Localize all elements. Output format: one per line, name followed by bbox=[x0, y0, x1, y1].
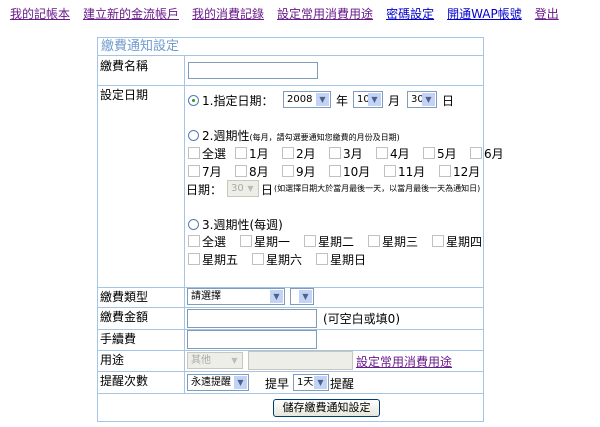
monthly-note: (如選擇日期大於當月最後一天，以當月最後一天為通知日) bbox=[274, 184, 481, 193]
chevron-down-icon: ▼ bbox=[270, 290, 283, 303]
checkbox-month[interactable] bbox=[235, 147, 247, 159]
remind-row: 提醒次數 永遠提醒 ▼ 提早 1天 ▼ 提醒 bbox=[98, 371, 483, 394]
amount-label: 繳費金額 bbox=[98, 307, 185, 329]
fee-row: 手續費 bbox=[98, 329, 483, 351]
day-select[interactable]: 30 ▼ bbox=[407, 91, 437, 108]
checkbox-month[interactable] bbox=[329, 165, 341, 177]
date-row: 設定日期 1.指定日期： 2008 ▼ 年 10 ▼ 月 30 ▼ 日 2.週期性(每… bbox=[98, 85, 504, 288]
chevron-down-icon: ▼ bbox=[228, 354, 241, 367]
nav-wap[interactable]: 開通WAP帳號 bbox=[447, 7, 522, 21]
chevron-down-icon: ▼ bbox=[316, 93, 329, 106]
amount-input[interactable] bbox=[187, 309, 317, 328]
radio-fixed-date[interactable] bbox=[188, 95, 199, 106]
weekday-checkboxes: 全選 星期一 星期二 星期三 星期四 bbox=[188, 233, 482, 250]
advance-select[interactable]: 1天 ▼ bbox=[293, 374, 329, 391]
nav-set-purposes[interactable]: 設定常用消費用途 bbox=[277, 7, 373, 21]
remind-select[interactable]: 永遠提醒 ▼ bbox=[187, 374, 249, 391]
purpose-label: 用途 bbox=[98, 350, 185, 371]
purpose-select[interactable]: 其他 ▼ bbox=[187, 352, 243, 369]
amount-row: 繳費金額 (可空白或填0) bbox=[98, 307, 483, 330]
chevron-down-icon: ▼ bbox=[314, 376, 327, 389]
checkbox-month[interactable] bbox=[282, 147, 294, 159]
nav-my-records[interactable]: 我的消費記錄 bbox=[192, 7, 264, 21]
checkbox-month[interactable] bbox=[282, 165, 294, 177]
fee-label: 手續費 bbox=[98, 329, 185, 350]
checkbox-weekday[interactable] bbox=[252, 253, 264, 265]
type-select[interactable]: 請選擇 ▼ bbox=[187, 288, 285, 305]
advance-label: 提早 bbox=[265, 377, 290, 391]
monthly-day-unit: 日 bbox=[261, 183, 274, 197]
payment-notice-form: 繳費通知設定 繳費名稱 設定日期 1.指定日期： 2008 ▼ 年 10 ▼ 月 3… bbox=[97, 37, 504, 422]
nav-my-ledger[interactable]: 我的記帳本 bbox=[10, 7, 70, 21]
month-select[interactable]: 10 ▼ bbox=[353, 91, 383, 108]
monthly-day-select[interactable]: 30 ▼ bbox=[227, 180, 259, 197]
opt1-label: 1.指定日期： bbox=[202, 94, 274, 108]
radio-weekly[interactable] bbox=[188, 219, 199, 230]
checkbox-weekday[interactable] bbox=[432, 235, 444, 247]
type-label: 繳費類型 bbox=[98, 287, 185, 307]
month-checkboxes: 全選 1月 2月 3月 4月 5月 6月 bbox=[188, 145, 504, 162]
top-nav: 我的記帳本 建立新的金流帳戶 我的消費記錄 設定常用消費用途 密碼設定 開通WAP帳號 登出 bbox=[10, 5, 559, 22]
save-button[interactable]: 儲存繳費通知設定 bbox=[273, 399, 380, 417]
chevron-down-icon: ▼ bbox=[234, 376, 247, 389]
year-unit: 年 bbox=[336, 94, 349, 108]
checkbox-month[interactable] bbox=[235, 165, 247, 177]
advance-suffix: 提醒 bbox=[330, 377, 355, 391]
checkbox-weekday[interactable] bbox=[188, 253, 200, 265]
checkbox-weekday[interactable] bbox=[240, 235, 252, 247]
checkbox-weekday[interactable] bbox=[316, 253, 328, 265]
subtype-select[interactable]: ▼ bbox=[290, 288, 314, 305]
opt2-note: (每月，請勾選要通知您繳費的月份及日期) bbox=[249, 133, 400, 142]
month-unit: 月 bbox=[388, 94, 401, 108]
checkbox-month[interactable] bbox=[384, 165, 396, 177]
chevron-down-icon: ▼ bbox=[422, 93, 435, 106]
checkbox-weekday[interactable] bbox=[368, 235, 380, 247]
checkbox-all-months[interactable] bbox=[188, 147, 200, 159]
radio-monthly[interactable] bbox=[188, 130, 199, 141]
opt3-label: 3.週期性(每週) bbox=[202, 218, 283, 232]
checkbox-weekday[interactable] bbox=[304, 235, 316, 247]
nav-logout[interactable]: 登出 bbox=[535, 7, 559, 21]
chevron-down-icon: ▼ bbox=[244, 182, 257, 195]
month-checkboxes-2: 7月 8月 9月 10月 11月 12月 bbox=[188, 163, 480, 180]
name-label: 繳費名稱 bbox=[98, 56, 185, 85]
nav-password[interactable]: 密碼設定 bbox=[386, 7, 434, 21]
nav-create-account[interactable]: 建立新的金流帳戶 bbox=[83, 7, 179, 21]
name-input[interactable] bbox=[188, 62, 318, 79]
date-label: 設定日期 bbox=[98, 85, 185, 287]
amount-note: (可空白或填0) bbox=[323, 312, 400, 326]
weekday-checkboxes-2: 星期五 星期六 星期日 bbox=[188, 251, 366, 268]
chevron-down-icon: ▼ bbox=[299, 290, 312, 303]
form-title: 繳費通知設定 bbox=[98, 38, 483, 56]
checkbox-month[interactable] bbox=[470, 147, 482, 159]
chevron-down-icon: ▼ bbox=[368, 93, 381, 106]
opt2-label: 2.週期性 bbox=[202, 129, 250, 143]
year-select[interactable]: 2008 ▼ bbox=[283, 91, 331, 108]
checkbox-month[interactable] bbox=[439, 165, 451, 177]
checkbox-month[interactable] bbox=[376, 147, 388, 159]
day-unit: 日 bbox=[442, 94, 455, 108]
checkbox-all-weekdays[interactable] bbox=[188, 235, 200, 247]
name-row: 繳費名稱 bbox=[98, 56, 483, 86]
remind-label: 提醒次數 bbox=[98, 371, 185, 393]
checkbox-month[interactable] bbox=[329, 147, 341, 159]
type-row: 繳費類型 請選擇 ▼ ▼ bbox=[98, 287, 483, 308]
fee-input[interactable] bbox=[187, 330, 317, 349]
checkbox-month[interactable] bbox=[188, 165, 200, 177]
set-purposes-link[interactable]: 設定常用消費用途 bbox=[356, 353, 452, 370]
purpose-row: 用途 其他 ▼ 設定常用消費用途 bbox=[98, 350, 483, 372]
purpose-input[interactable] bbox=[248, 351, 353, 370]
checkbox-month[interactable] bbox=[423, 147, 435, 159]
button-row: 儲存繳費通知設定 bbox=[98, 393, 483, 421]
monthly-date-label: 日期： bbox=[186, 183, 223, 197]
